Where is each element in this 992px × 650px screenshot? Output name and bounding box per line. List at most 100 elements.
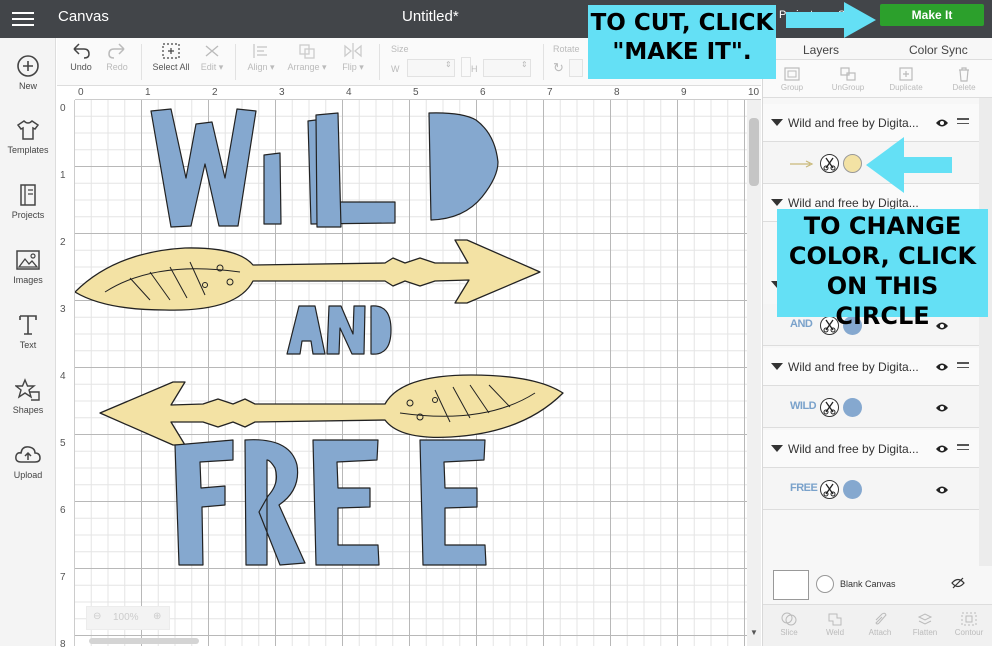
lock-ratio-icon[interactable] [461, 57, 471, 77]
ruler-tick-label: 1 [60, 170, 66, 181]
toolbar-divider [543, 44, 544, 80]
hamburger-icon[interactable] [10, 8, 36, 30]
sidebar-item-text[interactable]: Text [0, 313, 56, 350]
ruler-tick-label: 8 [614, 87, 620, 98]
tab-layers[interactable]: Layers [803, 43, 839, 57]
scroll-down-icon[interactable]: ▼ [750, 628, 758, 637]
weld-button[interactable]: Weld [813, 611, 857, 637]
height-stepper-icon[interactable]: ⇕ [521, 60, 528, 69]
collapse-triangle-icon[interactable] [771, 119, 783, 126]
vertical-ruler: 0 1 2 3 4 5 6 7 8 [57, 100, 75, 650]
rotate-input[interactable] [569, 59, 583, 77]
eye-icon[interactable] [935, 443, 949, 457]
sidebar-item-images[interactable]: Images [0, 248, 56, 285]
paperclip-icon [875, 612, 887, 625]
design-canvas[interactable] [75, 100, 747, 646]
cut-scissors-icon[interactable] [820, 398, 839, 417]
drag-handle-icon[interactable] [957, 444, 969, 453]
cut-scissors-icon[interactable] [820, 480, 839, 499]
drag-handle-icon[interactable] [957, 118, 969, 127]
sidebar-label: Templates [7, 145, 49, 155]
eye-icon[interactable] [935, 117, 949, 131]
attach-button[interactable]: Attach [858, 611, 902, 637]
eye-icon[interactable] [935, 361, 949, 375]
blank-canvas-row[interactable]: Blank Canvas [763, 566, 992, 604]
layer-group-name: Wild and free by Digita... [788, 360, 919, 374]
width-label: W [391, 64, 400, 74]
zoom-control[interactable]: ⊖ 100% ⊕ [86, 606, 170, 630]
width-stepper-icon[interactable]: ⇕ [445, 60, 452, 69]
drag-handle-icon[interactable] [957, 362, 969, 371]
ruler-tick-label: 2 [212, 87, 218, 98]
cut-scissors-icon[interactable] [820, 154, 839, 173]
arrange-icon [299, 44, 315, 59]
layer-group-header[interactable]: Wild and free by Digita... [763, 430, 979, 468]
sidebar-item-shapes[interactable]: Shapes [0, 378, 56, 415]
sidebar-label: Upload [13, 470, 43, 480]
bottom-arrow-layer[interactable] [99, 374, 564, 446]
zoom-out-icon[interactable]: ⊖ [93, 611, 101, 622]
sidebar-item-upload[interactable]: Upload [0, 443, 56, 480]
collapse-triangle-icon[interactable] [771, 445, 783, 452]
flip-button[interactable]: Flip ▾ [337, 42, 369, 73]
free-text-layer[interactable] [174, 439, 487, 566]
flatten-icon [917, 613, 933, 625]
ungroup-icon [840, 67, 856, 81]
select-all-button[interactable]: Select All [149, 42, 193, 72]
layer-group-header[interactable]: Wild and free by Digita... [763, 348, 979, 386]
align-button[interactable]: Align ▾ [243, 42, 279, 73]
sidebar-item-templates[interactable]: Templates [0, 118, 56, 155]
tab-color-sync[interactable]: Color Sync [909, 43, 968, 57]
layer-color-swatch[interactable] [843, 154, 862, 173]
cloud-upload-icon [15, 446, 41, 463]
arrange-button[interactable]: Arrange ▾ [287, 42, 327, 73]
canvas-color-circle[interactable] [816, 575, 834, 593]
duplicate-icon [899, 67, 913, 81]
ungroup-button[interactable]: UnGroup [823, 66, 873, 92]
top-arrow-layer[interactable] [75, 239, 541, 311]
design-artwork[interactable] [75, 100, 747, 646]
select-all-icon [162, 43, 180, 59]
canvas-swatch[interactable] [773, 570, 809, 600]
canvas-vertical-scrollbar[interactable]: ▼ [747, 100, 761, 646]
sidebar-label: Shapes [12, 405, 44, 415]
scrollbar-thumb[interactable] [749, 118, 759, 186]
collapse-triangle-icon[interactable] [771, 363, 783, 370]
flatten-button[interactable]: Flatten [903, 611, 947, 637]
align-label: Align [247, 62, 268, 72]
panel-scrollbar[interactable] [979, 98, 992, 566]
collapse-triangle-icon[interactable] [771, 199, 783, 206]
eye-icon[interactable] [935, 484, 949, 498]
text-icon [19, 315, 37, 335]
sidebar-label: New [18, 81, 37, 91]
undo-button[interactable]: Undo [67, 42, 95, 72]
arrow-to-make-it-icon [786, 2, 876, 38]
slice-button[interactable]: Slice [767, 611, 811, 637]
make-it-button[interactable]: Make It [880, 4, 984, 26]
and-text-layer[interactable] [286, 305, 392, 355]
canvas-horizontal-scrollbar[interactable] [89, 638, 199, 644]
layer-color-swatch[interactable] [843, 480, 862, 499]
zoom-in-icon[interactable]: ⊕ [153, 611, 161, 622]
redo-button[interactable]: Redo [103, 42, 131, 72]
ruler-tick-label: 3 [60, 304, 66, 315]
layer-row-wild[interactable]: WILD [763, 386, 979, 428]
left-sidebar: New Templates Projects Images Text Shape… [0, 38, 56, 646]
contour-button[interactable]: Contour [947, 611, 991, 637]
ruler-tick-label: 3 [279, 87, 285, 98]
layer-row-free[interactable]: FREE [763, 468, 979, 510]
eye-icon[interactable] [935, 402, 949, 416]
edit-button[interactable]: Edit ▾ [197, 42, 227, 73]
color-instruction-callout: TO CHANGE COLOR, CLICK ON THIS CIRCLE [777, 209, 988, 330]
layer-color-swatch[interactable] [843, 398, 862, 417]
layer-actions: Group UnGroup Duplicate Delete [763, 60, 992, 98]
sidebar-item-new[interactable]: New [0, 54, 56, 91]
eye-hidden-icon[interactable] [951, 577, 965, 592]
sidebar-item-projects[interactable]: Projects [0, 183, 56, 220]
ruler-tick-label: 5 [413, 87, 419, 98]
document-title[interactable]: Untitled* [402, 8, 459, 25]
wild-text-layer[interactable] [150, 108, 499, 228]
duplicate-button[interactable]: Duplicate [881, 66, 931, 92]
delete-button[interactable]: Delete [939, 66, 989, 92]
ruler-tick-label: 1 [145, 87, 151, 98]
